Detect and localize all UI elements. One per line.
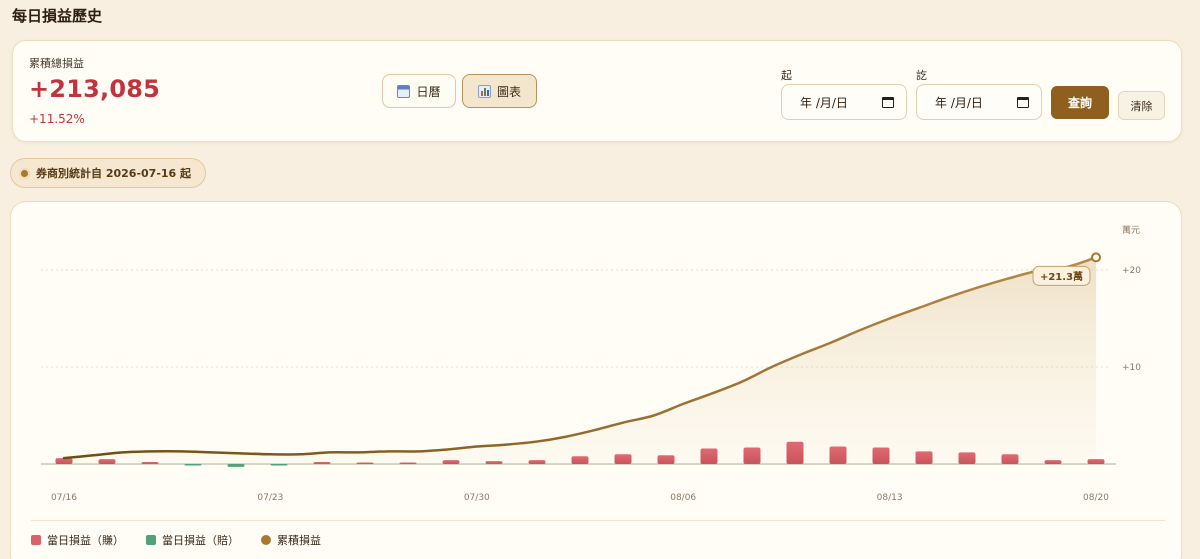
page-title: 每日損益歷史 bbox=[12, 7, 103, 25]
calendar-icon bbox=[397, 84, 411, 98]
cumulative-end-label: +21.3萬 bbox=[1040, 270, 1083, 283]
summary-card: 累積總損益 +213,085 +11.52% 日曆 圖表 起 年 /月/日 訖 … bbox=[12, 40, 1182, 142]
daily-gain-bar bbox=[485, 461, 503, 464]
bar-chart-icon bbox=[477, 84, 491, 98]
status-dot bbox=[21, 169, 28, 177]
daily-gain-bar bbox=[98, 459, 116, 464]
date-picker-icon[interactable] bbox=[882, 96, 894, 108]
query-button[interactable]: 查詢 bbox=[1051, 86, 1109, 119]
x-tick-label: 08/13 bbox=[877, 493, 903, 503]
pnl-chart: 萬元 +20 +10 07/16 07/23 07/30 08/06 08/13 08/20 +2… bbox=[41, 224, 1141, 503]
daily-gain-bar bbox=[313, 462, 331, 464]
total-label: 累積總損益 bbox=[29, 57, 84, 70]
calendar-view-label: 日曆 bbox=[416, 84, 441, 99]
daily-gain-bar bbox=[1001, 454, 1019, 464]
start-date-input[interactable]: 年 /月/日 bbox=[781, 84, 907, 120]
daily-gain-bar bbox=[571, 456, 589, 464]
legend-item-gain: 當日損益（賺） bbox=[31, 532, 124, 548]
clear-button[interactable]: 清除 bbox=[1118, 91, 1165, 120]
start-date-label: 起 bbox=[781, 69, 792, 82]
legend-swatch-cumulative bbox=[261, 535, 271, 545]
x-tick-label: 07/16 bbox=[51, 493, 77, 503]
daily-gain-bar bbox=[829, 446, 847, 464]
end-date-label: 訖 bbox=[916, 69, 927, 82]
daily-gain-bar bbox=[1044, 460, 1062, 464]
x-tick-label: 07/23 bbox=[257, 493, 283, 503]
y-axis-unit: 萬元 bbox=[1122, 224, 1140, 236]
date-picker-icon[interactable] bbox=[1017, 96, 1029, 108]
chart-legend: 當日損益（賺） 當日損益（賠） 累積損益 bbox=[31, 532, 321, 548]
x-tick-label: 08/20 bbox=[1083, 493, 1109, 503]
broker-stats-note: 券商別統計自 2026-07-16 起 bbox=[10, 158, 207, 188]
legend-label-gain: 當日損益（賺） bbox=[47, 534, 124, 547]
daily-gain-bar bbox=[442, 460, 460, 464]
x-tick-label: 07/30 bbox=[464, 493, 490, 503]
x-tick-label: 08/06 bbox=[670, 493, 696, 503]
total-pnl-value: +213,085 bbox=[29, 75, 161, 103]
daily-loss-bar bbox=[227, 464, 245, 467]
legend-swatch-loss bbox=[146, 535, 156, 545]
daily-loss-bar bbox=[184, 464, 202, 466]
daily-gain-bar bbox=[786, 441, 804, 464]
daily-gain-bar bbox=[399, 462, 417, 464]
daily-gain-bar bbox=[614, 454, 632, 464]
daily-gain-bar bbox=[1087, 459, 1105, 464]
pnl-chart-card: 萬元 +20 +10 07/16 07/23 07/30 08/06 08/13 08/20 +2… bbox=[10, 201, 1182, 559]
daily-loss-bar bbox=[270, 464, 288, 466]
calendar-view-button[interactable]: 日曆 bbox=[382, 74, 456, 108]
total-pnl-percent: +11.52% bbox=[29, 112, 85, 126]
daily-gain-bar bbox=[743, 447, 761, 464]
daily-gain-bar bbox=[657, 455, 675, 464]
legend-swatch-gain bbox=[31, 535, 41, 545]
daily-gain-bar bbox=[356, 462, 374, 464]
end-date-input[interactable]: 年 /月/日 bbox=[916, 84, 1042, 120]
y-tick-label: +20 bbox=[1122, 266, 1141, 276]
legend-label-cumulative: 累積損益 bbox=[277, 534, 321, 547]
end-date-value: 年 /月/日 bbox=[935, 95, 983, 110]
daily-gain-bar bbox=[915, 451, 933, 464]
daily-gain-bar bbox=[872, 447, 890, 464]
chart-view-button[interactable]: 圖表 bbox=[462, 74, 537, 108]
legend-item-cumulative: 累積損益 bbox=[261, 532, 321, 548]
cumulative-end-marker bbox=[1091, 252, 1101, 263]
daily-gain-bar bbox=[528, 460, 546, 464]
chart-view-label: 圖表 bbox=[496, 84, 521, 99]
daily-gain-bar bbox=[958, 452, 976, 464]
daily-gain-bar bbox=[700, 448, 718, 464]
broker-note-text: 券商別統計自 2026-07-16 起 bbox=[36, 167, 192, 180]
legend-divider bbox=[31, 520, 1165, 521]
y-tick-label: +10 bbox=[1122, 363, 1141, 373]
legend-label-loss: 當日損益（賠） bbox=[162, 534, 239, 547]
legend-item-loss: 當日損益（賠） bbox=[146, 532, 239, 548]
start-date-value: 年 /月/日 bbox=[800, 95, 848, 110]
daily-gain-bar bbox=[141, 462, 159, 464]
